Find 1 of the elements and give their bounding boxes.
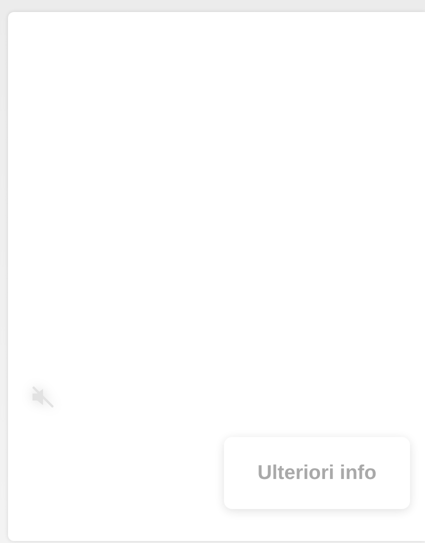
more-info-button[interactable]: Ulteriori info — [224, 437, 410, 509]
